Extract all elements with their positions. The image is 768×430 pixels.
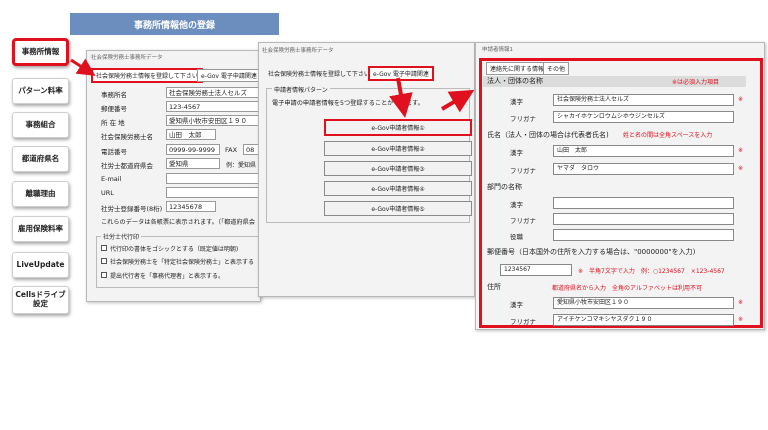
annotation-arrows — [70, 58, 475, 118]
arrow-nav-to-panel1 — [70, 58, 96, 76]
arrow-tab-to-button — [389, 77, 413, 118]
arrow-button-to-panel3 — [440, 89, 475, 113]
